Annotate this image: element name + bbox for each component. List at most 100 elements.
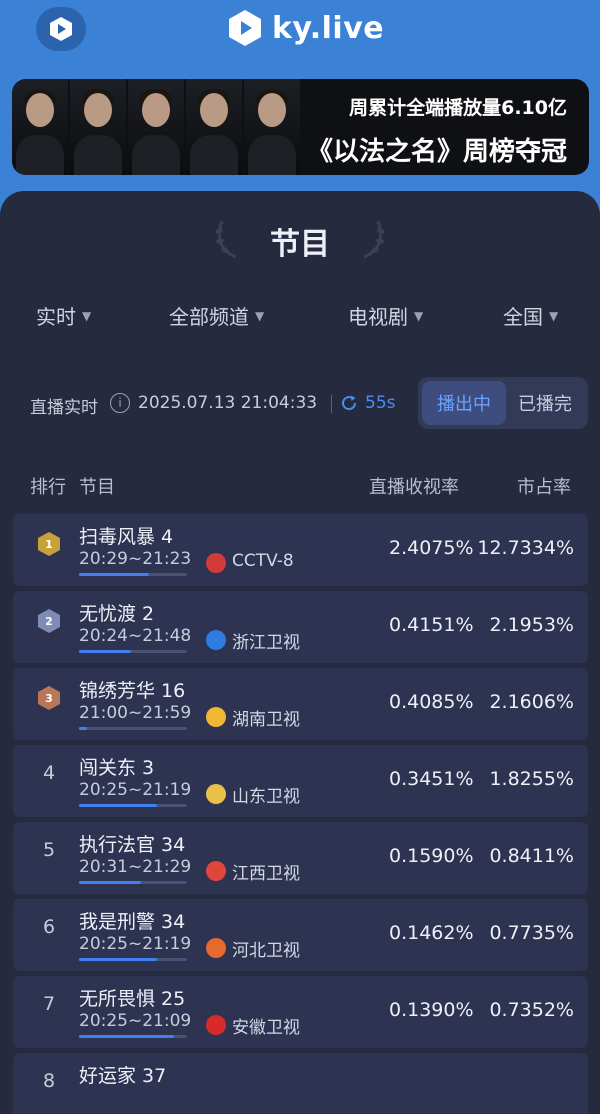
tab-ended[interactable]: 已播完 bbox=[506, 381, 584, 425]
air-progress-bar bbox=[79, 727, 187, 730]
live-rating: 0.1390% bbox=[389, 999, 474, 1021]
filter-channel-label: 全部频道 bbox=[169, 305, 249, 329]
air-time: 20:25~21:09 bbox=[79, 1011, 192, 1031]
program-name[interactable]: 锦绣芳华 16 bbox=[79, 676, 185, 703]
air-progress-fill bbox=[79, 958, 157, 961]
caret-down-icon: ▼ bbox=[414, 308, 424, 323]
program-name[interactable]: 无忧渡 2 bbox=[79, 599, 154, 626]
channel-name: CCTV-8 bbox=[232, 551, 294, 571]
live-label: 直播实时 bbox=[30, 398, 98, 418]
air-progress-bar bbox=[79, 881, 187, 884]
air-time: 20:31~21:29 bbox=[79, 857, 192, 877]
channel-name: 安徽卫视 bbox=[232, 1018, 300, 1038]
header-share[interactable]: 市占率 bbox=[517, 473, 571, 499]
top-bar: ky.live bbox=[0, 0, 600, 75]
market-share: 0.8411% bbox=[489, 845, 574, 867]
rank-number: 8 bbox=[43, 1070, 56, 1092]
caret-down-icon: ▼ bbox=[549, 308, 559, 323]
cast-photo bbox=[12, 79, 302, 175]
air-progress-fill bbox=[79, 727, 87, 730]
rank-medal-icon: 2 bbox=[38, 609, 60, 633]
filter-region-label: 全国 bbox=[503, 305, 543, 329]
rank-medal-icon: 3 bbox=[38, 686, 60, 710]
caret-down-icon: ▼ bbox=[82, 308, 92, 323]
program-name[interactable]: 闯关东 3 bbox=[79, 753, 154, 780]
air-progress-fill bbox=[79, 881, 141, 884]
filter-category[interactable]: 电视剧 ▼ bbox=[348, 301, 423, 330]
table-row[interactable]: 6 我是刑警 34 20:25~21:19 河北卫视 0.1462% 0.7735% bbox=[13, 899, 588, 971]
air-time: 20:24~21:48 bbox=[79, 626, 192, 646]
panel-title: 节目 bbox=[270, 227, 330, 262]
table-row[interactable]: 7 无所畏惧 25 20:25~21:09 安徽卫视 0.1390% 0.7352% bbox=[13, 976, 588, 1048]
air-progress-bar bbox=[79, 573, 187, 576]
refresh-countdown: 55s bbox=[365, 393, 396, 413]
channel-logo-icon bbox=[206, 784, 226, 804]
air-progress-fill bbox=[79, 573, 150, 576]
table-row[interactable]: 1 扫毒风暴 4 20:29~21:23 CCTV-8 2.4075% 12.7334% bbox=[13, 514, 588, 586]
tab-live[interactable]: 播出中 bbox=[422, 381, 506, 425]
table-row[interactable]: 5 执行法官 34 20:31~21:29 江西卫视 0.1590% 0.8411% bbox=[13, 822, 588, 894]
channel-logo-icon bbox=[206, 938, 226, 958]
rank-number: 6 bbox=[43, 916, 56, 938]
channel-name: 江西卫视 bbox=[232, 864, 300, 884]
filter-channel[interactable]: 全部频道 ▼ bbox=[169, 301, 264, 330]
rank-number: 4 bbox=[43, 762, 56, 784]
info-icon[interactable]: i bbox=[110, 393, 130, 413]
channel-name: 山东卫视 bbox=[232, 787, 300, 807]
program-name[interactable]: 扫毒风暴 4 bbox=[79, 522, 173, 549]
air-progress-bar bbox=[79, 804, 187, 807]
table-row[interactable]: 3 锦绣芳华 16 21:00~21:59 湖南卫视 0.4085% 2.1606% bbox=[13, 668, 588, 740]
header-rank: 排行 bbox=[30, 477, 66, 498]
rank-number: 3 bbox=[45, 691, 53, 705]
rank-number: 5 bbox=[43, 839, 56, 861]
market-share: 2.1953% bbox=[489, 614, 574, 636]
air-time: 20:29~21:23 bbox=[79, 549, 192, 569]
channel-logo-icon bbox=[206, 630, 226, 650]
header-program: 节目 bbox=[79, 477, 115, 498]
live-rating: 0.1590% bbox=[389, 845, 474, 867]
channel-logo-icon bbox=[206, 1015, 226, 1035]
filter-bar: 实时 ▼ 全部频道 ▼ 电视剧 ▼ 全国 ▼ bbox=[0, 301, 600, 331]
market-share: 0.7735% bbox=[489, 922, 574, 944]
rank-number: 1 bbox=[45, 537, 53, 551]
live-rating: 0.4085% bbox=[389, 691, 474, 713]
program-name[interactable]: 执行法官 34 bbox=[79, 830, 185, 857]
live-rating: 0.3451% bbox=[389, 768, 474, 790]
table-row[interactable]: 2 无忧渡 2 20:24~21:48 浙江卫视 0.4151% 2.1953% bbox=[13, 591, 588, 663]
channel-name: 河北卫视 bbox=[232, 941, 300, 961]
live-rating: 0.1462% bbox=[389, 922, 474, 944]
program-name[interactable]: 无所畏惧 25 bbox=[79, 984, 185, 1011]
filter-region[interactable]: 全国 ▼ bbox=[503, 301, 558, 330]
laurel-right-icon bbox=[363, 220, 385, 259]
air-progress-bar bbox=[79, 650, 187, 653]
header-rating[interactable]: 直播收视率 bbox=[369, 473, 459, 499]
brand-logo: ky.live bbox=[228, 6, 384, 50]
market-share: 2.1606% bbox=[489, 691, 574, 713]
market-share: 1.8255% bbox=[489, 768, 574, 790]
air-progress-fill bbox=[79, 650, 131, 653]
broadcast-toggle: 播出中 已播完 bbox=[418, 377, 588, 429]
rank-number: 7 bbox=[43, 993, 56, 1015]
play-logo-icon[interactable] bbox=[36, 7, 86, 51]
refresh-icon[interactable] bbox=[340, 394, 358, 412]
air-progress-fill bbox=[79, 1035, 175, 1038]
banner-headline: 周累计全端播放量6.10亿 bbox=[349, 97, 567, 119]
air-progress-bar bbox=[79, 1035, 187, 1038]
status-row: 直播实时 i 2025.07.13 21:04:33 55s 播出中 已播完 bbox=[30, 377, 590, 429]
air-progress-fill bbox=[79, 804, 157, 807]
market-share: 12.7334% bbox=[477, 537, 574, 559]
promo-banner[interactable]: 周累计全端播放量6.10亿 《以法之名》周榜夺冠 bbox=[12, 79, 589, 175]
live-rating: 0.4151% bbox=[389, 614, 474, 636]
table-row[interactable]: 8 好运家 37 bbox=[13, 1053, 588, 1114]
rank-number: 2 bbox=[45, 614, 53, 628]
table-row[interactable]: 4 闯关东 3 20:25~21:19 山东卫视 0.3451% 1.8255% bbox=[13, 745, 588, 817]
program-name[interactable]: 好运家 37 bbox=[79, 1061, 166, 1088]
program-name[interactable]: 我是刑警 34 bbox=[79, 907, 185, 934]
banner-title: 《以法之名》周榜夺冠 bbox=[306, 137, 567, 167]
filter-time[interactable]: 实时 ▼ bbox=[36, 301, 91, 330]
market-share: 0.7352% bbox=[489, 999, 574, 1021]
air-progress-bar bbox=[79, 958, 187, 961]
channel-logo-icon bbox=[206, 553, 226, 573]
channel-name: 浙江卫视 bbox=[232, 633, 300, 653]
table-header: 排行 节目 直播收视率 市占率 bbox=[0, 473, 600, 499]
